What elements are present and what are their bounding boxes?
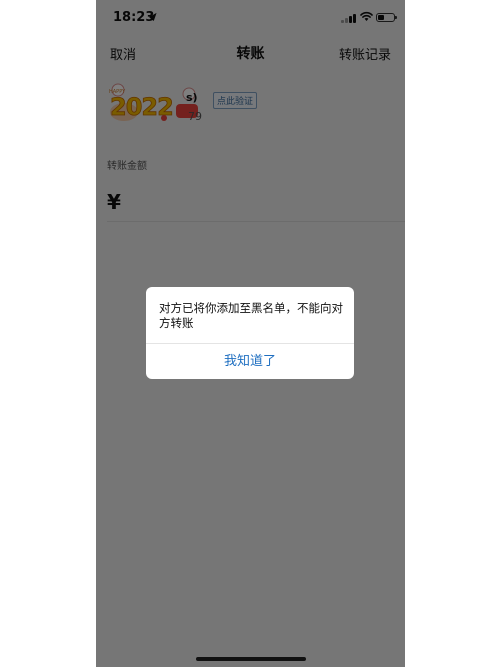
blocked-alert-dialog: 对方已将你添加至黑名单，不能向对方转账 我知道了	[146, 287, 354, 379]
dialog-message: 对方已将你添加至黑名单，不能向对方转账	[159, 301, 343, 330]
phone-screen: 18:23 取消 转账 转账记录 HAPPY 2022	[96, 0, 405, 667]
home-indicator[interactable]	[196, 657, 306, 661]
confirm-button[interactable]: 我知道了	[146, 344, 354, 379]
